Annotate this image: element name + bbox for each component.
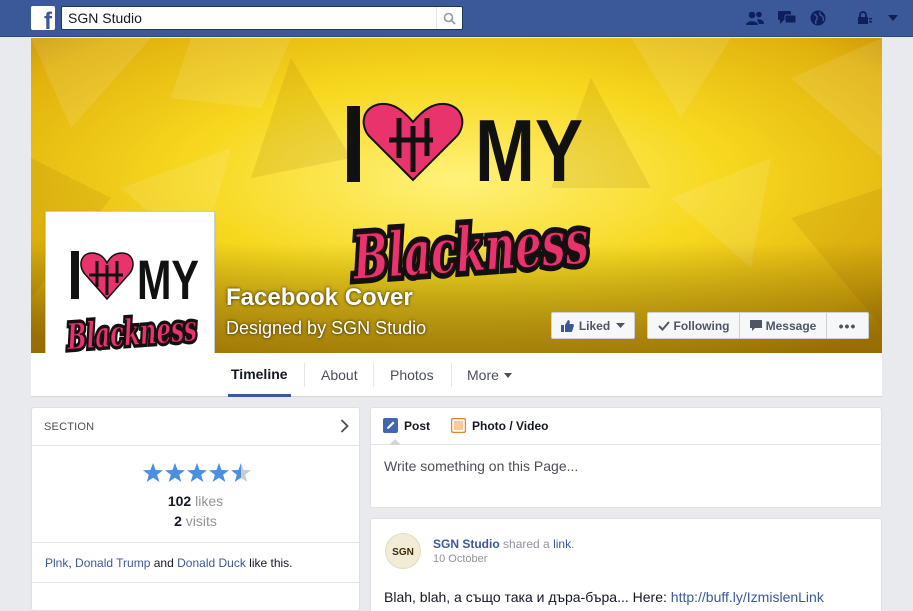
settings-dropdown-icon[interactable]	[882, 8, 904, 28]
following-label: Following	[673, 318, 730, 333]
search-icon	[443, 12, 456, 25]
post-timestamp[interactable]: 10 October	[433, 553, 487, 565]
messages-icon[interactable]	[776, 8, 798, 28]
message-label: Message	[765, 318, 817, 333]
composer-tab-post[interactable]: Post	[383, 418, 430, 433]
tab-more[interactable]: More	[467, 353, 512, 397]
tab-timeline[interactable]: Timeline	[228, 353, 291, 397]
search-box	[61, 6, 463, 30]
pencil-icon	[383, 418, 398, 433]
star-icon	[143, 463, 163, 482]
post-author[interactable]: SGN Studio	[433, 537, 500, 551]
friend-requests-icon[interactable]	[744, 8, 766, 28]
svg-text:MY: MY	[137, 248, 199, 311]
checkmark-icon	[657, 320, 670, 331]
profile-brand-logo: MY Blackness Blackness	[62, 248, 201, 361]
more-options-button[interactable]: •••	[827, 313, 868, 338]
page-action-buttons: Following Message •••	[647, 312, 869, 339]
active-tab-indicator	[389, 439, 401, 445]
photo-icon	[451, 418, 466, 433]
search-input[interactable]	[62, 7, 436, 29]
tab-divider	[304, 363, 305, 387]
tab-divider	[451, 363, 452, 387]
page-tab-bar: Timeline About Photos More	[31, 353, 882, 397]
thumbs-up-icon	[560, 319, 574, 332]
message-icon	[749, 320, 762, 331]
visits-count: 2 visits	[174, 513, 217, 529]
svg-text:MY: MY	[475, 101, 583, 200]
svg-text:Blackness: Blackness	[349, 205, 591, 294]
star-icon	[165, 463, 185, 482]
svg-text:SGN: SGN	[392, 547, 414, 558]
post-composer: Post Photo / Video Write something on th…	[370, 407, 882, 508]
composer-input[interactable]: Write something on this Page...	[384, 458, 578, 474]
friends-like-text: Plnk, Donald Trump and Donald Duck like …	[45, 556, 293, 570]
tab-more-label: More	[467, 367, 499, 383]
post-header: SGN Studio shared a link.	[433, 537, 575, 551]
friend-link[interactable]: Donald Duck	[177, 556, 246, 570]
liked-label: Liked	[578, 318, 611, 333]
message-button[interactable]: Message	[740, 313, 827, 338]
friend-link[interactable]: Donald Trump	[75, 556, 150, 570]
chevron-down-icon	[503, 372, 512, 378]
svg-text:Blackness: Blackness	[65, 307, 198, 358]
post-body: Blah, blah, а също така и дъра-бъра... H…	[384, 589, 824, 605]
post-url-link[interactable]: http://buff.ly/IzmislenLink	[671, 589, 824, 605]
top-navigation-bar: f	[0, 0, 913, 37]
privacy-lock-icon[interactable]	[854, 8, 876, 28]
composer-tabs: Post Photo / Video	[371, 408, 881, 445]
divider	[32, 542, 359, 543]
friend-link[interactable]: Plnk	[45, 556, 68, 570]
section-title: SECTION	[44, 421, 95, 433]
page-name[interactable]: Facebook Cover	[226, 284, 413, 312]
section-card: SECTION 102 likes 2 visits Plnk, Donald …	[31, 407, 360, 611]
star-half-icon	[231, 463, 251, 482]
tab-divider	[373, 363, 374, 387]
star-icon	[209, 463, 229, 482]
search-button[interactable]	[436, 7, 462, 29]
feed-post: SGN SGN Studio shared a link. 10 October…	[370, 518, 882, 611]
tab-photos[interactable]: Photos	[390, 353, 434, 397]
avatar[interactable]: SGN	[385, 533, 421, 569]
likes-count: 102 likes	[167, 493, 224, 509]
section-header[interactable]: SECTION	[32, 408, 359, 446]
facebook-logo[interactable]: f	[31, 6, 55, 30]
chevron-right-icon[interactable]	[340, 419, 349, 433]
following-button[interactable]: Following	[648, 313, 740, 338]
star-rating	[143, 463, 251, 482]
liked-button[interactable]: Liked	[551, 312, 635, 339]
page-subtitle: Designed by SGN Studio	[226, 318, 427, 338]
star-icon	[187, 463, 207, 482]
post-object-link[interactable]: link	[553, 537, 571, 551]
composer-tab-photo-video[interactable]: Photo / Video	[451, 418, 548, 433]
sgn-logo-icon: SGN	[392, 547, 414, 558]
chevron-down-icon	[616, 322, 626, 328]
cover-brand-logo: MY Blackness Blackness	[344, 101, 596, 299]
tab-about[interactable]: About	[321, 353, 358, 397]
notifications-globe-icon[interactable]	[807, 8, 829, 28]
divider	[32, 582, 359, 583]
